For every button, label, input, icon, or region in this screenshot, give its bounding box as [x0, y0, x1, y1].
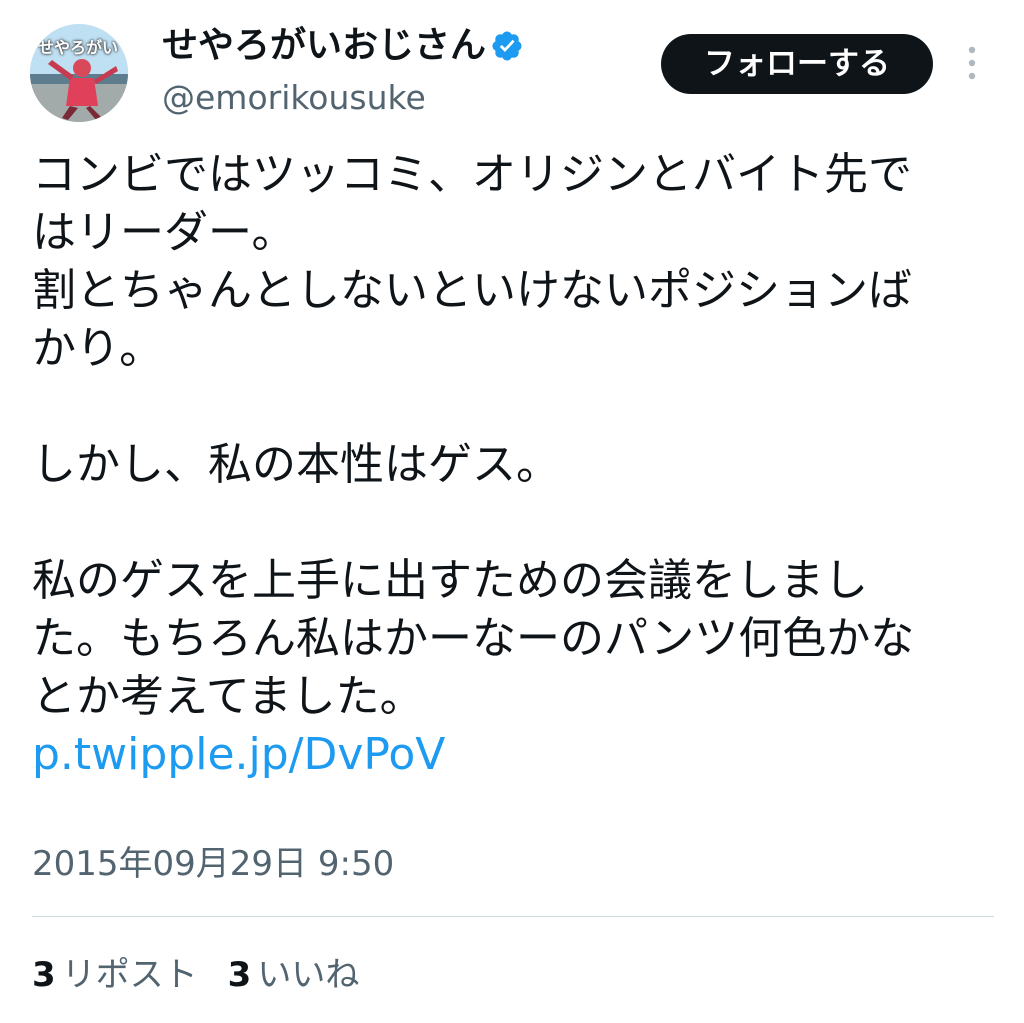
tweet-line: かり。 [32, 323, 164, 374]
display-name[interactable]: せやろがいおじさん [162, 22, 486, 70]
tweet-line: しかし、私の本性はゲス。 [32, 439, 560, 490]
likes-label: いいね [257, 955, 360, 995]
tweet-text: コンビではツッコミ、オリジンとバイト先で はリーダー。 割とちゃんとしないといけ… [32, 146, 992, 784]
avatar-caption: せやろがい [38, 38, 119, 57]
more-options-icon[interactable] [964, 44, 980, 84]
verified-badge-icon [492, 31, 522, 61]
follow-button[interactable]: フォローする [661, 34, 933, 94]
divider [32, 916, 994, 917]
engagement-stats: 3 リポスト 3 いいね [32, 950, 389, 1000]
tweet-line: た。もちろん私はかーなーのパンツ何色かな [32, 613, 915, 664]
user-handle[interactable]: @emorikousuke [162, 76, 426, 120]
likes-count: 3 [227, 955, 252, 995]
tweet-line: 私のゲスを上手に出すための会議をしまし [32, 555, 868, 606]
author-name-row: せやろがいおじさん [162, 22, 524, 70]
tweet-line: とか考えてました。 [32, 671, 424, 722]
tweet-line: コンビではツッコミ、オリジンとバイト先で [32, 149, 912, 200]
tweet-line: はリーダー。 [32, 207, 296, 258]
reposts-stat[interactable]: 3 リポスト [32, 950, 198, 1000]
tweet-line: 割とちゃんとしないといけないポジションば [32, 265, 912, 316]
reposts-count: 3 [32, 955, 56, 995]
likes-stat[interactable]: 3 いいね [228, 950, 360, 1000]
reposts-label: リポスト [61, 955, 198, 995]
tweet-timestamp[interactable]: 2015年09月29日 9:50 [32, 840, 394, 888]
tweet-link[interactable]: p.twipple.jp/DvPoV [32, 726, 992, 784]
avatar[interactable]: せやろがい [30, 24, 128, 122]
